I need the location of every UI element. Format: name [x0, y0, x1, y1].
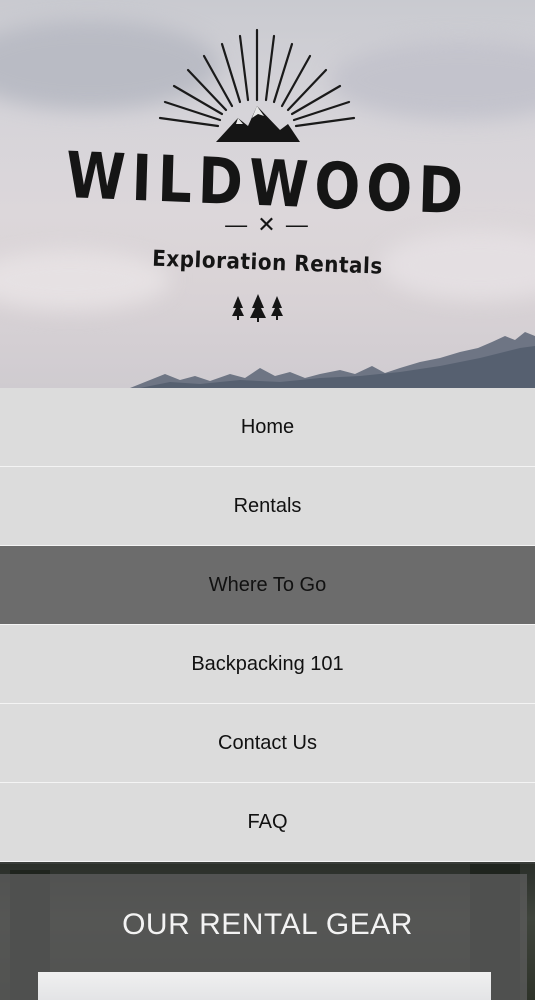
nav-item-rentals[interactable]: Rentals: [0, 467, 535, 546]
nav-item-home[interactable]: Home: [0, 388, 535, 467]
hero-banner: WILDWOOD — ✕ — Exploration Rentals: [0, 0, 535, 388]
brand-logo[interactable]: WILDWOOD — ✕ — Exploration Rentals: [0, 0, 535, 388]
nav-item-faq[interactable]: FAQ: [0, 783, 535, 862]
pine-trees-icon: [232, 294, 283, 322]
gear-image[interactable]: [38, 972, 491, 1000]
nav-item-where-to-go[interactable]: Where To Go: [0, 546, 535, 625]
main-navigation: Home Rentals Where To Go Backpacking 101…: [0, 388, 535, 862]
nav-item-backpacking-101[interactable]: Backpacking 101: [0, 625, 535, 704]
nav-item-contact-us[interactable]: Contact Us: [0, 704, 535, 783]
section-title: OUR RENTAL GEAR: [122, 908, 413, 941]
